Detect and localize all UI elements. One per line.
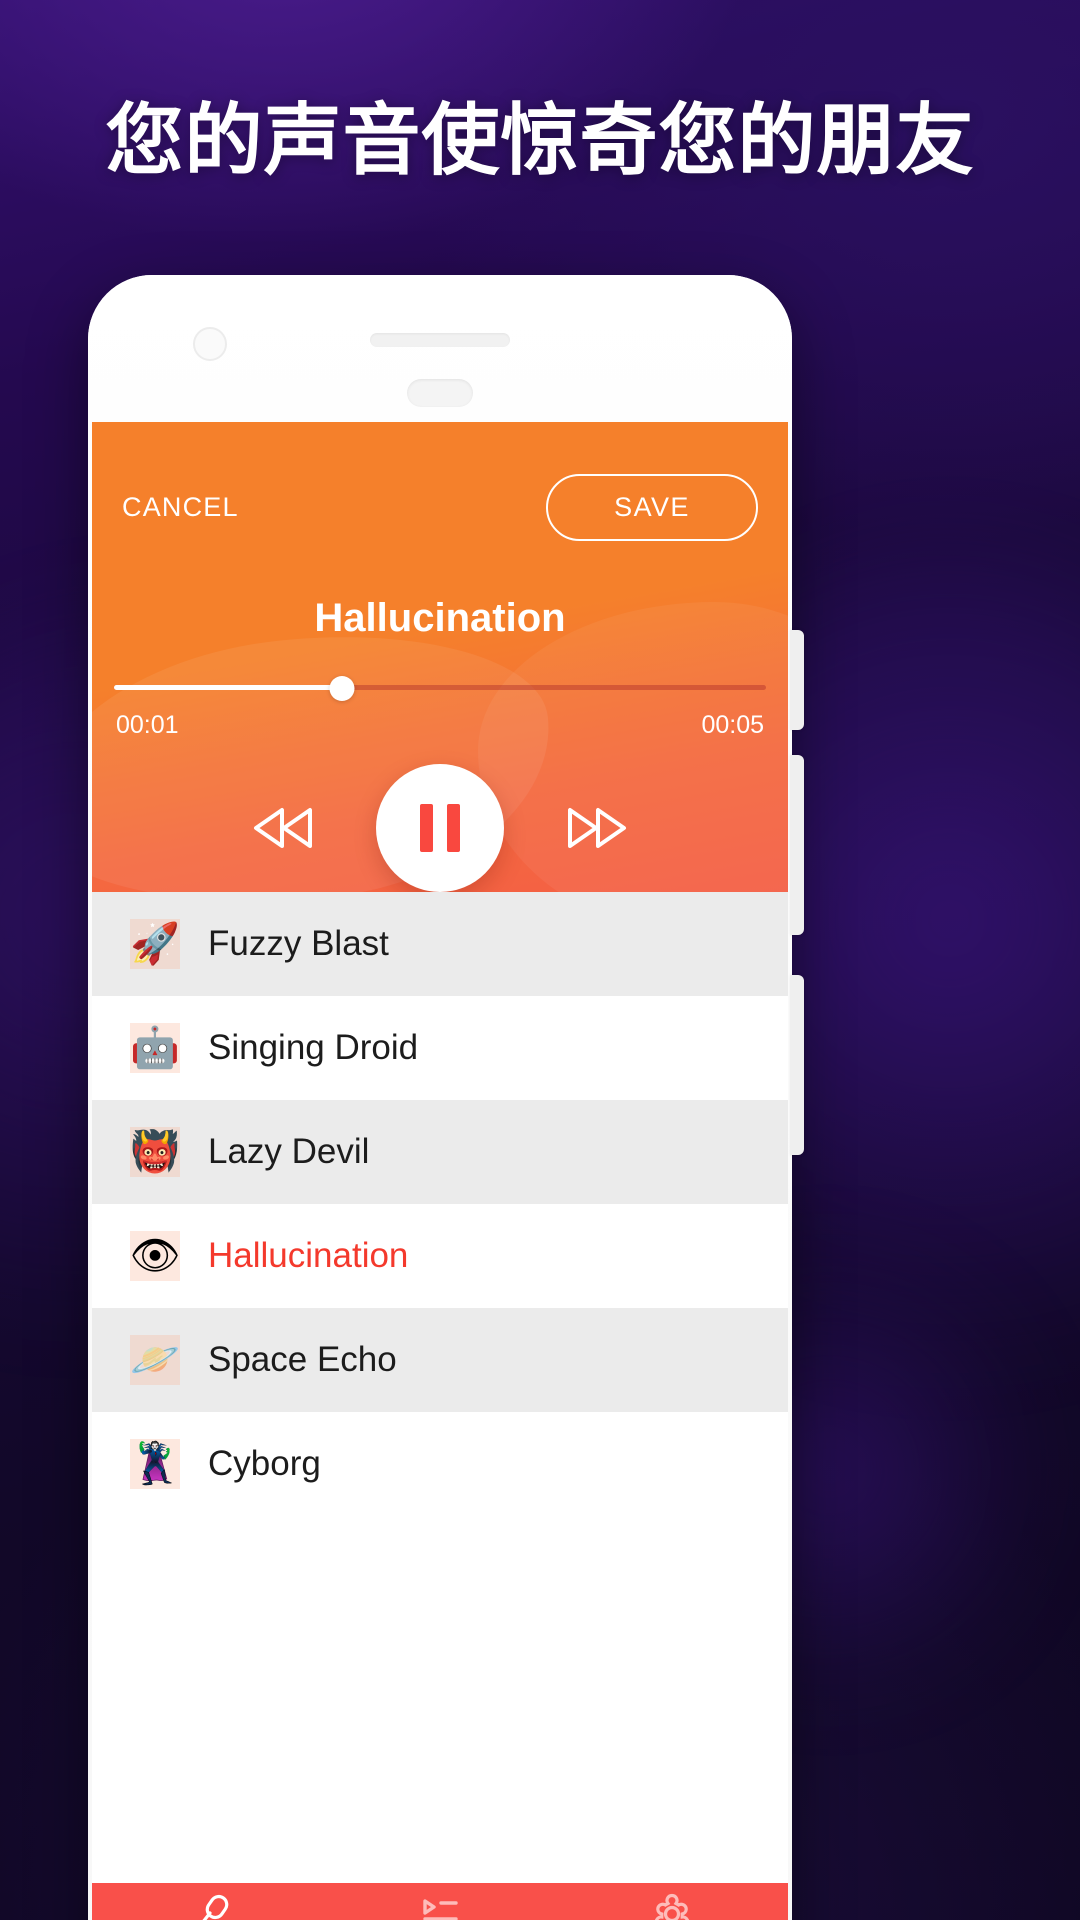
eye-icon: 👁: [130, 1231, 180, 1281]
gear-icon: [650, 1892, 694, 1920]
fast-forward-icon[interactable]: [566, 805, 628, 851]
player-header: CANCEL SAVE: [92, 422, 788, 541]
progress-fill: [114, 685, 343, 690]
save-button[interactable]: SAVE: [546, 474, 758, 541]
effect-row[interactable]: 👹 Lazy Devil: [92, 1100, 788, 1204]
time-total: 00:05: [701, 711, 764, 739]
effect-row[interactable]: 🤖 Singing Droid: [92, 996, 788, 1100]
effect-label: Cyborg: [208, 1444, 321, 1483]
pause-icon-bar-left: [420, 804, 433, 852]
effect-label: Space Echo: [208, 1340, 397, 1379]
robot-icon: 🤖: [130, 1023, 180, 1073]
page-headline: 您的声音使惊奇您的朋友: [105, 96, 975, 184]
pause-icon-bar-right: [447, 804, 460, 852]
earpiece-speaker: [370, 333, 510, 347]
effect-row[interactable]: 🪐 Space Echo: [92, 1308, 788, 1412]
tab-studio[interactable]: Studio: [92, 1883, 324, 1920]
effect-label: Lazy Devil: [208, 1132, 370, 1171]
phone-side-button-mute: [790, 630, 804, 730]
effect-row[interactable]: 🚀 Fuzzy Blast: [92, 892, 788, 996]
rewind-icon[interactable]: [252, 805, 314, 851]
effect-label: Fuzzy Blast: [208, 924, 389, 963]
cyborg-icon: 🦹: [130, 1439, 180, 1489]
bottom-navigation: StudioMy tracksSettings: [92, 1883, 788, 1920]
effect-label: Hallucination: [208, 1236, 409, 1275]
front-camera-icon: [193, 327, 227, 361]
track-title: Hallucination: [314, 596, 566, 640]
devil-icon: 👹: [130, 1127, 180, 1177]
microphone-icon: [186, 1892, 230, 1920]
planet-icon: 🪐: [130, 1335, 180, 1385]
effect-row[interactable]: 👁 Hallucination: [92, 1204, 788, 1308]
playback-controls: [92, 764, 788, 892]
phone-side-button-volume-down: [790, 975, 804, 1155]
rocket-icon: 🚀: [130, 919, 180, 969]
effect-row[interactable]: 🦹 Cyborg: [92, 1412, 788, 1516]
player-card: CANCEL SAVE Hallucination 00:01 00:05: [92, 422, 788, 892]
progress-slider[interactable]: [114, 676, 766, 701]
tab-my-tracks[interactable]: My tracks: [324, 1883, 556, 1920]
effect-label: Singing Droid: [208, 1028, 419, 1067]
playlist-icon: [418, 1892, 462, 1920]
phone-side-button-volume-up: [790, 755, 804, 935]
time-current: 00:01: [116, 711, 179, 739]
effect-list: 🚀 Fuzzy Blast 🤖 Singing Droid 👹 Lazy Devil 👁 Ha…: [92, 892, 788, 1516]
cancel-button[interactable]: CANCEL: [122, 492, 239, 523]
tab-settings[interactable]: Settings: [556, 1883, 788, 1920]
proximity-sensor: [407, 379, 473, 407]
pause-button[interactable]: [376, 764, 504, 892]
time-labels: 00:01 00:05: [116, 711, 764, 740]
progress-thumb[interactable]: [329, 676, 355, 701]
phone-screen: CANCEL SAVE Hallucination 00:01 00:05 🚀 …: [92, 422, 788, 1920]
phone-mockup: CANCEL SAVE Hallucination 00:01 00:05 🚀 …: [88, 275, 804, 1920]
